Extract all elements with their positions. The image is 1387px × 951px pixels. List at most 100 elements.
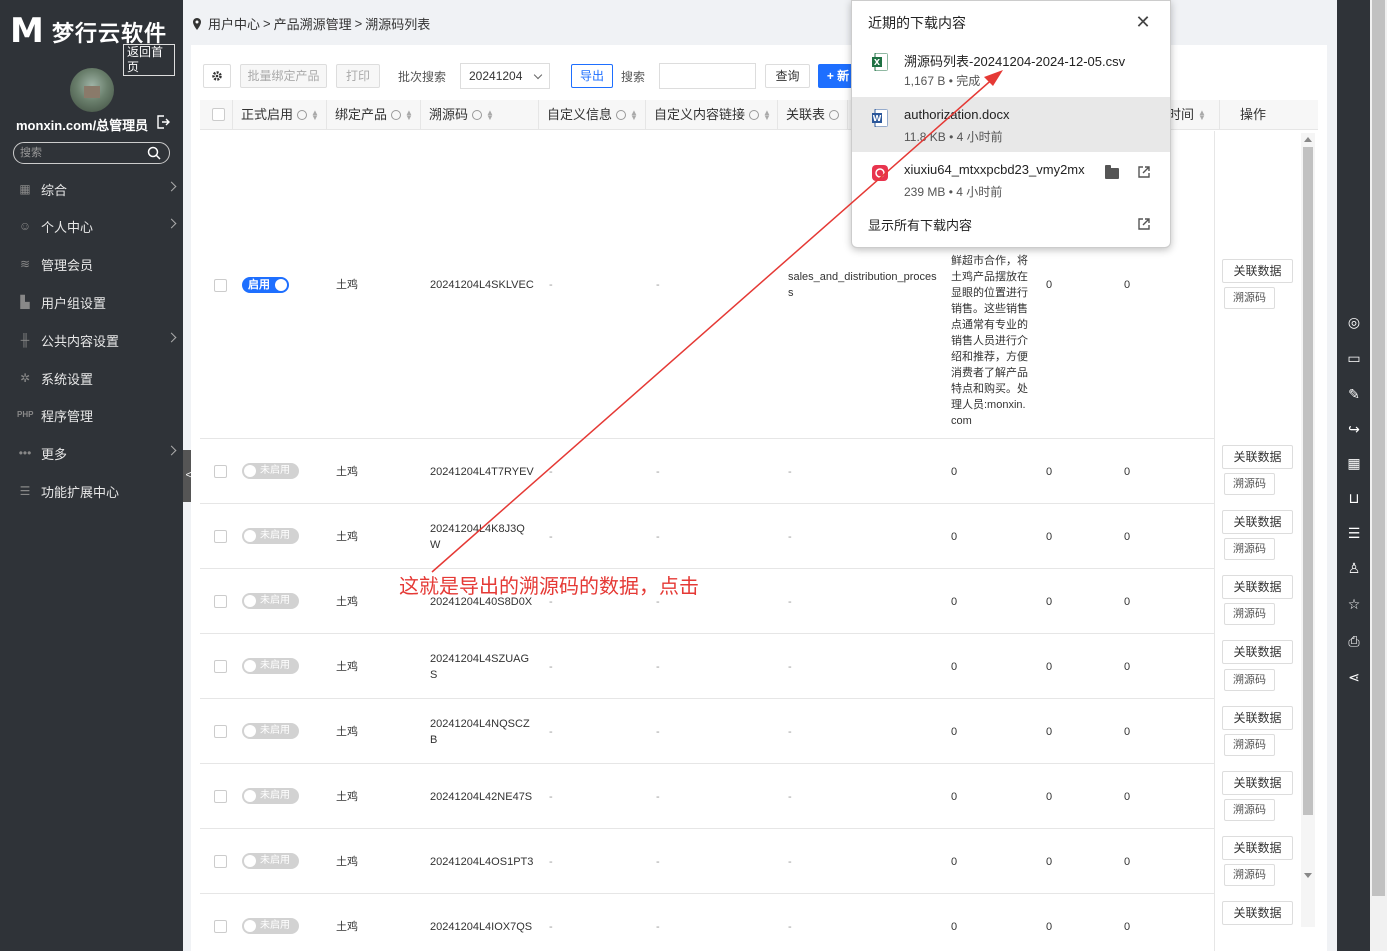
edit-icon[interactable]: ✎ bbox=[1345, 385, 1363, 403]
sidebar-item-programs[interactable]: PHP 程序管理 bbox=[0, 398, 183, 432]
username[interactable]: monxin.com/总管理员 bbox=[16, 115, 148, 134]
related-data-button[interactable]: 关联数据 bbox=[1222, 259, 1293, 283]
status-toggle[interactable]: 未启用 bbox=[242, 853, 299, 869]
sidebar-item-more[interactable]: ••• 更多 bbox=[0, 436, 183, 470]
print-icon[interactable]: ⎙ bbox=[1345, 632, 1363, 650]
home-link[interactable]: 返回首页 bbox=[123, 44, 175, 76]
search-input[interactable] bbox=[659, 63, 756, 89]
print-button[interactable]: 打印 bbox=[336, 64, 380, 88]
row-checkbox[interactable] bbox=[214, 660, 227, 673]
search-icon[interactable] bbox=[297, 110, 308, 120]
related-data-button[interactable]: 关联数据 bbox=[1222, 640, 1293, 664]
trace-code-button[interactable]: 溯源码 bbox=[1224, 669, 1275, 691]
search-icon[interactable] bbox=[147, 146, 161, 160]
sidebar-search-input[interactable] bbox=[20, 145, 145, 161]
status-toggle[interactable]: 未启用 bbox=[242, 528, 299, 544]
related-data-button[interactable]: 关联数据 bbox=[1222, 836, 1293, 860]
breadcrumb-trace-management[interactable]: 产品溯源管理 bbox=[274, 14, 352, 33]
row-checkbox[interactable] bbox=[214, 595, 227, 608]
row-checkbox[interactable] bbox=[214, 725, 227, 738]
status-toggle[interactable]: 未启用 bbox=[242, 658, 299, 674]
row-checkbox[interactable] bbox=[214, 855, 227, 868]
trace-code-button[interactable]: 溯源码 bbox=[1224, 473, 1275, 495]
comment-icon[interactable]: ▭ bbox=[1345, 349, 1363, 367]
sidebar-item-groups[interactable]: ▙ 用户组设置 bbox=[0, 285, 183, 319]
settings-button[interactable] bbox=[203, 64, 231, 88]
status-toggle[interactable]: 未启用 bbox=[242, 593, 299, 609]
sidebar-item-general[interactable]: ▦ 综合 bbox=[0, 172, 183, 206]
status-toggle[interactable]: 未启用 bbox=[242, 788, 299, 804]
sidebar-item-system[interactable]: ✲ 系统设置 bbox=[0, 361, 183, 395]
show-all-downloads-link[interactable]: 显示所有下载内容 bbox=[868, 215, 972, 234]
status-toggle[interactable]: 未启用 bbox=[242, 918, 299, 934]
export-button[interactable]: 导出 bbox=[571, 64, 613, 88]
open-external-icon[interactable] bbox=[1137, 165, 1151, 179]
sort-icon[interactable]: ▲ ▼ bbox=[405, 109, 413, 122]
share-icon[interactable]: ⋖ bbox=[1345, 668, 1363, 686]
sort-icon[interactable]: ▲ ▼ bbox=[486, 109, 494, 122]
bind-product-button[interactable]: 批量绑定产品 bbox=[240, 64, 327, 88]
folder-icon[interactable] bbox=[1105, 165, 1119, 179]
header-status[interactable]: 正式启用 ▲ ▼ bbox=[233, 100, 327, 130]
trace-code-button[interactable]: 溯源码 bbox=[1224, 603, 1275, 625]
scroll-down-icon[interactable] bbox=[1304, 873, 1312, 878]
sort-icon[interactable]: ▲ ▼ bbox=[630, 109, 638, 122]
download-item[interactable]: X 溯源码列表-20241204-2024-12-05.csv 1,167 B … bbox=[852, 41, 1170, 96]
status-toggle[interactable]: 启用 bbox=[242, 277, 289, 293]
related-data-button[interactable]: 关联数据 bbox=[1222, 575, 1293, 599]
page-scrollbar[interactable] bbox=[1370, 0, 1387, 951]
row-checkbox[interactable] bbox=[214, 790, 227, 803]
open-external-icon[interactable] bbox=[1137, 217, 1151, 231]
sort-icon[interactable]: ▲ ▼ bbox=[311, 109, 319, 122]
page-scrollbar-thumb[interactable] bbox=[1372, 0, 1385, 896]
sidebar-item-personal[interactable]: ☺ 个人中心 bbox=[0, 209, 183, 243]
table-scrollbar[interactable] bbox=[1301, 133, 1315, 927]
scroll-up-icon[interactable] bbox=[1304, 137, 1312, 142]
sort-icon[interactable]: ▲ ▼ bbox=[763, 109, 771, 122]
search-icon[interactable] bbox=[749, 110, 760, 120]
query-button[interactable]: 查询 bbox=[765, 64, 810, 88]
logout-icon[interactable] bbox=[156, 115, 170, 129]
user-icon[interactable]: ♙ bbox=[1345, 559, 1363, 577]
status-toggle[interactable]: 未启用 bbox=[242, 463, 299, 479]
row-checkbox[interactable] bbox=[214, 279, 227, 292]
related-data-button[interactable]: 关联数据 bbox=[1222, 510, 1293, 534]
breadcrumb-user-center[interactable]: 用户中心 bbox=[208, 14, 260, 33]
header-relation[interactable]: 关联表 bbox=[778, 100, 848, 130]
trace-code-button[interactable]: 溯源码 bbox=[1224, 287, 1275, 309]
row-checkbox[interactable] bbox=[214, 920, 227, 933]
trace-code-button[interactable]: 溯源码 bbox=[1224, 734, 1275, 756]
share-arrow-icon[interactable]: ↪ bbox=[1345, 420, 1363, 438]
search-icon[interactable] bbox=[391, 110, 402, 120]
status-toggle[interactable]: 未启用 bbox=[242, 723, 299, 739]
row-checkbox[interactable] bbox=[214, 465, 227, 478]
cart-icon[interactable]: ⊔ bbox=[1345, 489, 1363, 507]
sidebar-item-public-content[interactable]: ╫ 公共内容设置 bbox=[0, 323, 183, 357]
related-data-button[interactable]: 关联数据 bbox=[1222, 771, 1293, 795]
download-item[interactable]: xiuxiu64_mtxxpcbd23_vmy2mx 239 MB • 4 小时… bbox=[852, 152, 1170, 207]
search-icon[interactable] bbox=[616, 110, 627, 120]
avatar[interactable] bbox=[70, 68, 114, 112]
trace-code-button[interactable]: 溯源码 bbox=[1224, 538, 1275, 560]
header-product[interactable]: 绑定产品 ▲ ▼ bbox=[327, 100, 421, 130]
related-data-button[interactable]: 关联数据 bbox=[1222, 706, 1293, 730]
header-code[interactable]: 溯源码 ▲ ▼ bbox=[421, 100, 539, 130]
sort-icon[interactable]: ▲ ▼ bbox=[1198, 109, 1206, 122]
star-icon[interactable]: ☆ bbox=[1345, 595, 1363, 613]
search-icon[interactable] bbox=[472, 110, 483, 120]
sidebar-item-extensions[interactable]: ☰ 功能扩展中心 bbox=[0, 474, 183, 508]
batch-select[interactable]: 20241204 bbox=[460, 63, 550, 89]
row-checkbox[interactable] bbox=[214, 530, 227, 543]
header-custom-link[interactable]: 自定义内容链接 ▲ ▼ bbox=[646, 100, 778, 130]
scrollbar-thumb[interactable] bbox=[1303, 147, 1313, 815]
qrcode-icon[interactable]: ▦ bbox=[1345, 454, 1363, 472]
sidebar-item-members[interactable]: ≋ 管理会员 bbox=[0, 247, 183, 281]
close-icon[interactable]: ✕ bbox=[1134, 13, 1152, 31]
search-icon[interactable] bbox=[829, 110, 840, 120]
header-custom-info[interactable]: 自定义信息 ▲ ▼ bbox=[539, 100, 646, 130]
logo[interactable]: M 梦行云软件 返回首页 bbox=[10, 14, 175, 76]
trace-code-button[interactable]: 溯源码 bbox=[1224, 864, 1275, 886]
trace-code-button[interactable]: 溯源码 bbox=[1224, 799, 1275, 821]
wechat-icon[interactable]: ◎ bbox=[1345, 313, 1363, 331]
related-data-button[interactable]: 关联数据 bbox=[1222, 445, 1293, 469]
